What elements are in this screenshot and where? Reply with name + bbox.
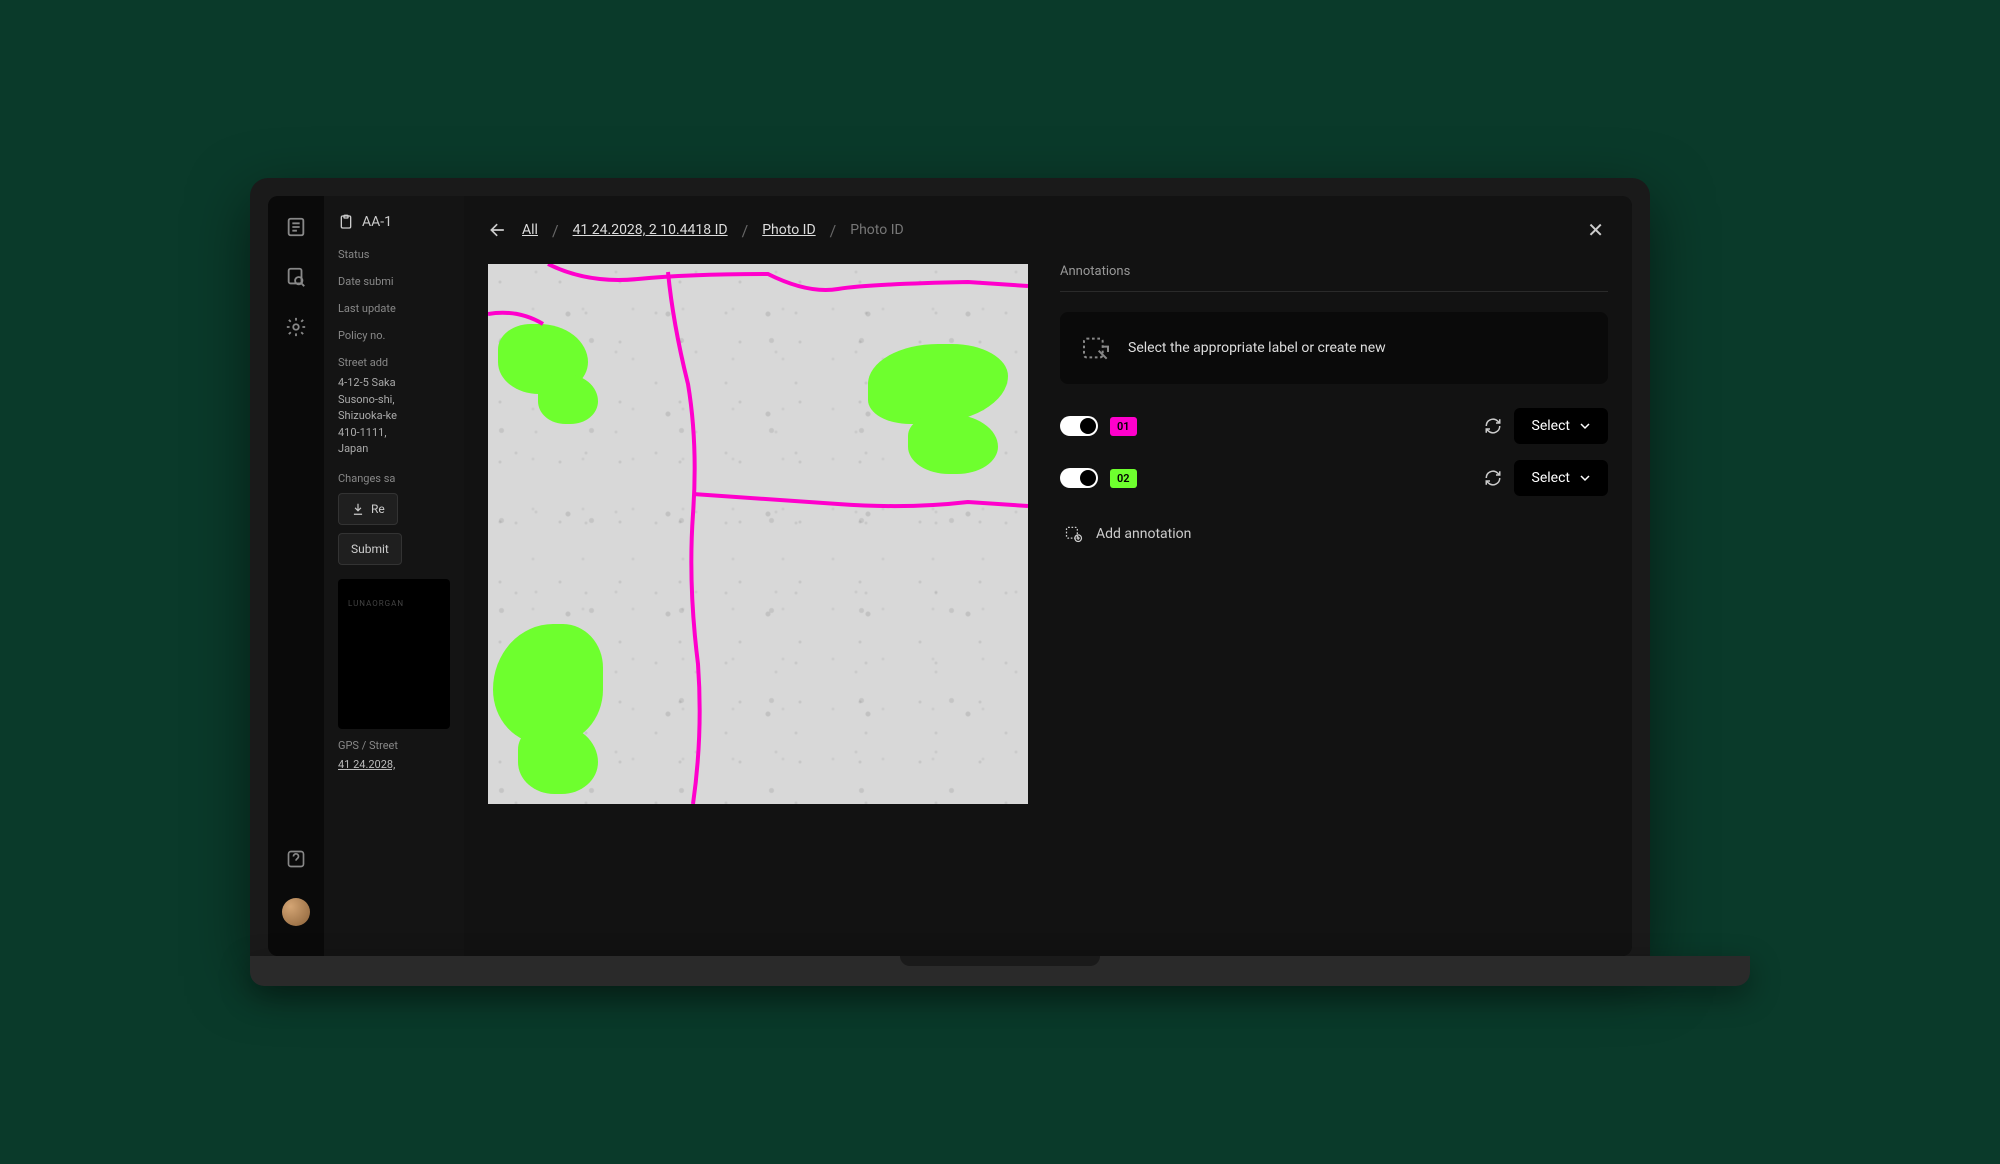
- hint-text: Select the appropriate label or create n…: [1128, 340, 1386, 356]
- refresh-icon[interactable]: [1484, 469, 1502, 487]
- close-button[interactable]: ✕: [1583, 214, 1608, 246]
- main-panel: All / 41 24.2028, 2 10.4418 ID / Photo I…: [464, 196, 1632, 956]
- back-button[interactable]: [488, 220, 508, 240]
- address-line: Susono-shi,: [338, 392, 450, 409]
- toggle-annotation-1[interactable]: [1060, 416, 1098, 436]
- laptop-base: [250, 956, 1750, 986]
- app-screen: AA-1 Status Date submi Last update Polic…: [268, 196, 1632, 956]
- hint-box: Select the appropriate label or create n…: [1060, 312, 1608, 384]
- annotation-row: 02 Select: [1060, 460, 1608, 496]
- date-submitted-label: Date submi: [338, 275, 450, 288]
- annotations-panel: Annotations Select the appropriate label…: [1060, 264, 1608, 932]
- annotation-badge-1: 01: [1110, 417, 1137, 436]
- last-updated-label: Last update: [338, 302, 450, 315]
- annotation-row: 01 Select: [1060, 408, 1608, 444]
- content-area: Annotations Select the appropriate label…: [464, 264, 1632, 956]
- topbar: All / 41 24.2028, 2 10.4418 ID / Photo I…: [464, 196, 1632, 264]
- download-button[interactable]: Re: [338, 493, 398, 525]
- select-button-1[interactable]: Select: [1514, 408, 1608, 444]
- breadcrumb-current: Photo ID: [850, 222, 903, 238]
- gps-label: GPS / Street: [338, 739, 450, 752]
- toggle-annotation-2[interactable]: [1060, 468, 1098, 488]
- gps-link[interactable]: 41 24.2028,: [338, 758, 450, 771]
- avatar[interactable]: [282, 898, 310, 926]
- gear-icon[interactable]: [285, 316, 307, 338]
- address-line: 4-12-5 Saka: [338, 375, 450, 392]
- add-annotation-button[interactable]: Add annotation: [1060, 520, 1608, 548]
- help-icon[interactable]: [285, 848, 307, 870]
- search-doc-icon[interactable]: [285, 266, 307, 288]
- status-label: Status: [338, 248, 450, 261]
- details-panel: AA-1 Status Date submi Last update Polic…: [324, 196, 464, 956]
- add-annotation-icon: [1064, 524, 1084, 544]
- annotated-image[interactable]: [488, 264, 1028, 804]
- breadcrumb-all[interactable]: All: [522, 222, 538, 238]
- submit-button[interactable]: Submit: [338, 533, 402, 565]
- breadcrumb-coords[interactable]: 41 24.2028, 2 10.4418 ID: [573, 222, 728, 238]
- breadcrumb-photo[interactable]: Photo ID: [762, 222, 815, 238]
- left-nav-rail: [268, 196, 324, 956]
- laptop-frame: AA-1 Status Date submi Last update Polic…: [250, 178, 1650, 956]
- address-line: 410-1111,: [338, 425, 450, 442]
- annotation-badge-2: 02: [1110, 469, 1137, 488]
- thumbnail[interactable]: [338, 579, 450, 729]
- chevron-down-icon: [1580, 473, 1590, 483]
- address-line: Shizuoka-ke: [338, 408, 450, 425]
- street-address-label: Street add: [338, 356, 450, 369]
- doc-header: AA-1: [338, 214, 450, 230]
- chevron-down-icon: [1580, 421, 1590, 431]
- changes-label: Changes sa: [338, 472, 450, 485]
- select-button-2[interactable]: Select: [1514, 460, 1608, 496]
- refresh-icon[interactable]: [1484, 417, 1502, 435]
- tasks-icon[interactable]: [285, 216, 307, 238]
- address-line: Japan: [338, 441, 450, 458]
- policy-no-label: Policy no.: [338, 329, 450, 342]
- label-hint-icon: [1080, 332, 1112, 364]
- doc-id: AA-1: [362, 214, 392, 230]
- annotations-title: Annotations: [1060, 264, 1608, 292]
